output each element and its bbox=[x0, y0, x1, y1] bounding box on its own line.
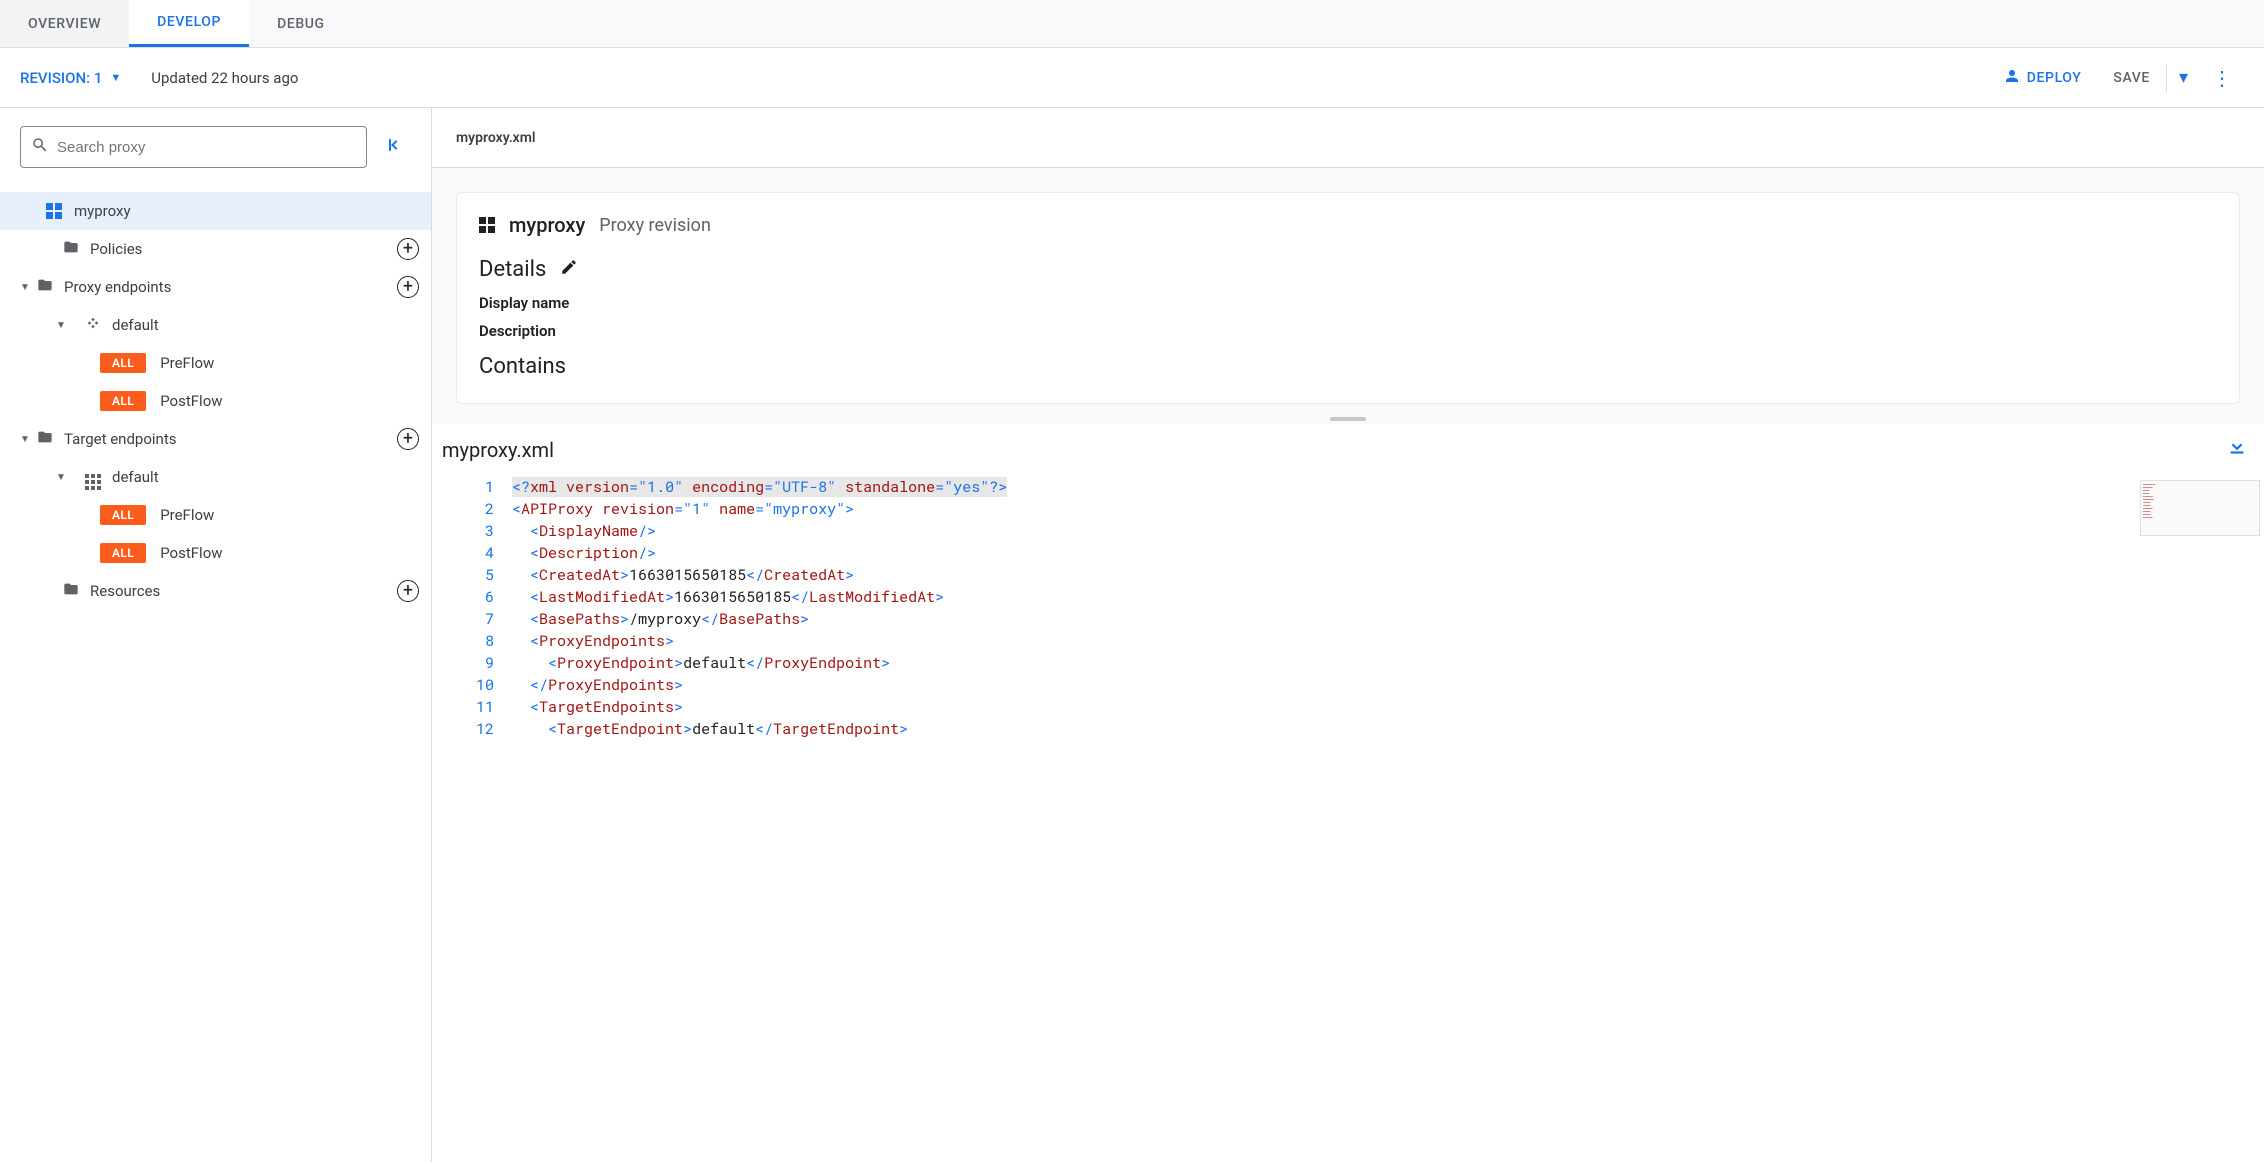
tree-node-proxy-preflow[interactable]: ALL PreFlow bbox=[0, 344, 431, 382]
chevron-down-icon[interactable]: ▼ bbox=[52, 320, 70, 331]
deploy-button[interactable]: DEPLOY bbox=[1987, 67, 2098, 89]
tree: myproxy Policies + ▼ Proxy endpoints + ▼ bbox=[0, 182, 431, 610]
collapse-editor-button[interactable] bbox=[2226, 436, 2248, 464]
tree-node-proxy-default[interactable]: ▼ default bbox=[0, 306, 431, 344]
tree-node-resources[interactable]: Resources + bbox=[0, 572, 431, 610]
search-icon bbox=[31, 136, 49, 159]
proxy-icon bbox=[479, 217, 495, 233]
card-subtitle: Proxy revision bbox=[599, 215, 711, 236]
tree-node-target-postflow[interactable]: ALL PostFlow bbox=[0, 534, 431, 572]
tree-node-target-preflow[interactable]: ALL PreFlow bbox=[0, 496, 431, 534]
tree-node-target-endpoints[interactable]: ▼ Target endpoints + bbox=[0, 420, 431, 458]
chevron-down-icon[interactable]: ▼ bbox=[16, 434, 34, 445]
revision-label: REVISION: 1 bbox=[20, 69, 102, 87]
save-button[interactable]: SAVE bbox=[2097, 70, 2166, 86]
tree-node-proxy-postflow[interactable]: ALL PostFlow bbox=[0, 382, 431, 420]
save-menu-toggle[interactable]: ▾ bbox=[2167, 67, 2200, 88]
tree-node-policies[interactable]: Policies + bbox=[0, 230, 431, 268]
tree-label: PreFlow bbox=[160, 354, 419, 372]
tree-label: default bbox=[112, 316, 419, 334]
tree-label: Resources bbox=[90, 582, 397, 600]
deploy-icon bbox=[2003, 67, 2021, 89]
tab-develop[interactable]: DEVELOP bbox=[129, 0, 249, 47]
file-header: myproxy.xml bbox=[432, 108, 2264, 168]
search-input[interactable] bbox=[49, 139, 356, 156]
badge-all: ALL bbox=[100, 543, 146, 563]
tab-debug[interactable]: DEBUG bbox=[249, 0, 353, 47]
edit-details-button[interactable] bbox=[560, 257, 578, 282]
folder-icon bbox=[60, 581, 82, 601]
code-editor[interactable]: 123456789101112 <?xml version="1.0" enco… bbox=[432, 476, 2264, 1162]
add-proxy-endpoint-button[interactable]: + bbox=[397, 276, 419, 298]
main-pane: myproxy.xml myproxy Proxy revision Detai… bbox=[432, 108, 2264, 1162]
tree-node-myproxy[interactable]: myproxy bbox=[0, 192, 431, 230]
endpoint-icon bbox=[82, 316, 104, 334]
badge-all: ALL bbox=[100, 353, 146, 373]
chevron-down-icon[interactable]: ▼ bbox=[52, 472, 70, 483]
tree-label: Policies bbox=[90, 240, 397, 258]
updated-text: Updated 22 hours ago bbox=[151, 69, 298, 87]
sidebar: myproxy Policies + ▼ Proxy endpoints + ▼ bbox=[0, 108, 432, 1162]
tree-node-target-default[interactable]: ▼ default bbox=[0, 458, 431, 496]
badge-all: ALL bbox=[100, 391, 146, 411]
chevron-down-icon: ▼ bbox=[110, 71, 121, 84]
search-box[interactable] bbox=[20, 126, 367, 168]
deploy-label: DEPLOY bbox=[2027, 70, 2082, 86]
display-name-label: Display name bbox=[479, 294, 2217, 312]
toolbar: REVISION: 1 ▼ Updated 22 hours ago DEPLO… bbox=[0, 48, 2264, 108]
collapse-sidebar-button[interactable] bbox=[379, 131, 411, 164]
tree-label: Target endpoints bbox=[64, 430, 397, 448]
tree-label: PostFlow bbox=[160, 544, 419, 562]
card-title: myproxy bbox=[509, 213, 585, 237]
badge-all: ALL bbox=[100, 505, 146, 525]
target-icon bbox=[82, 464, 104, 490]
tree-label: PostFlow bbox=[160, 392, 419, 410]
add-policy-button[interactable]: + bbox=[397, 238, 419, 260]
folder-icon bbox=[34, 429, 56, 449]
tree-label: PreFlow bbox=[160, 506, 419, 524]
tree-label: Proxy endpoints bbox=[64, 278, 397, 296]
revision-selector[interactable]: REVISION: 1 ▼ bbox=[20, 69, 121, 87]
proxy-icon bbox=[46, 203, 62, 219]
tree-label: myproxy bbox=[74, 202, 419, 220]
folder-icon bbox=[34, 277, 56, 297]
chevron-down-icon[interactable]: ▼ bbox=[16, 282, 34, 293]
tree-label: default bbox=[112, 468, 419, 486]
details-card: myproxy Proxy revision Details Display n… bbox=[456, 192, 2240, 404]
gutter: 123456789101112 bbox=[432, 476, 512, 1162]
contains-header: Contains bbox=[479, 354, 566, 379]
editor-file-name: myproxy.xml bbox=[442, 438, 554, 462]
code-body[interactable]: <?xml version="1.0" encoding="UTF-8" sta… bbox=[512, 476, 2264, 1162]
description-label: Description bbox=[479, 322, 2217, 340]
add-target-endpoint-button[interactable]: + bbox=[397, 428, 419, 450]
details-header: Details bbox=[479, 257, 546, 282]
minimap[interactable]: ▬▬▬▬▬▬▬▬▬▬▬▬▬▬▬▬▬▬▬▬▬▬▬▬▬▬▬▬▬▬▬▬▬▬▬▬▬▬▬▬… bbox=[2140, 480, 2260, 536]
tab-overview[interactable]: OVERVIEW bbox=[0, 0, 129, 47]
tree-node-proxy-endpoints[interactable]: ▼ Proxy endpoints + bbox=[0, 268, 431, 306]
folder-icon bbox=[60, 239, 82, 259]
main-tabs: OVERVIEW DEVELOP DEBUG bbox=[0, 0, 2264, 48]
add-resource-button[interactable]: + bbox=[397, 580, 419, 602]
more-menu[interactable]: ⋮ bbox=[2200, 66, 2244, 90]
splitter-handle[interactable] bbox=[432, 414, 2264, 424]
